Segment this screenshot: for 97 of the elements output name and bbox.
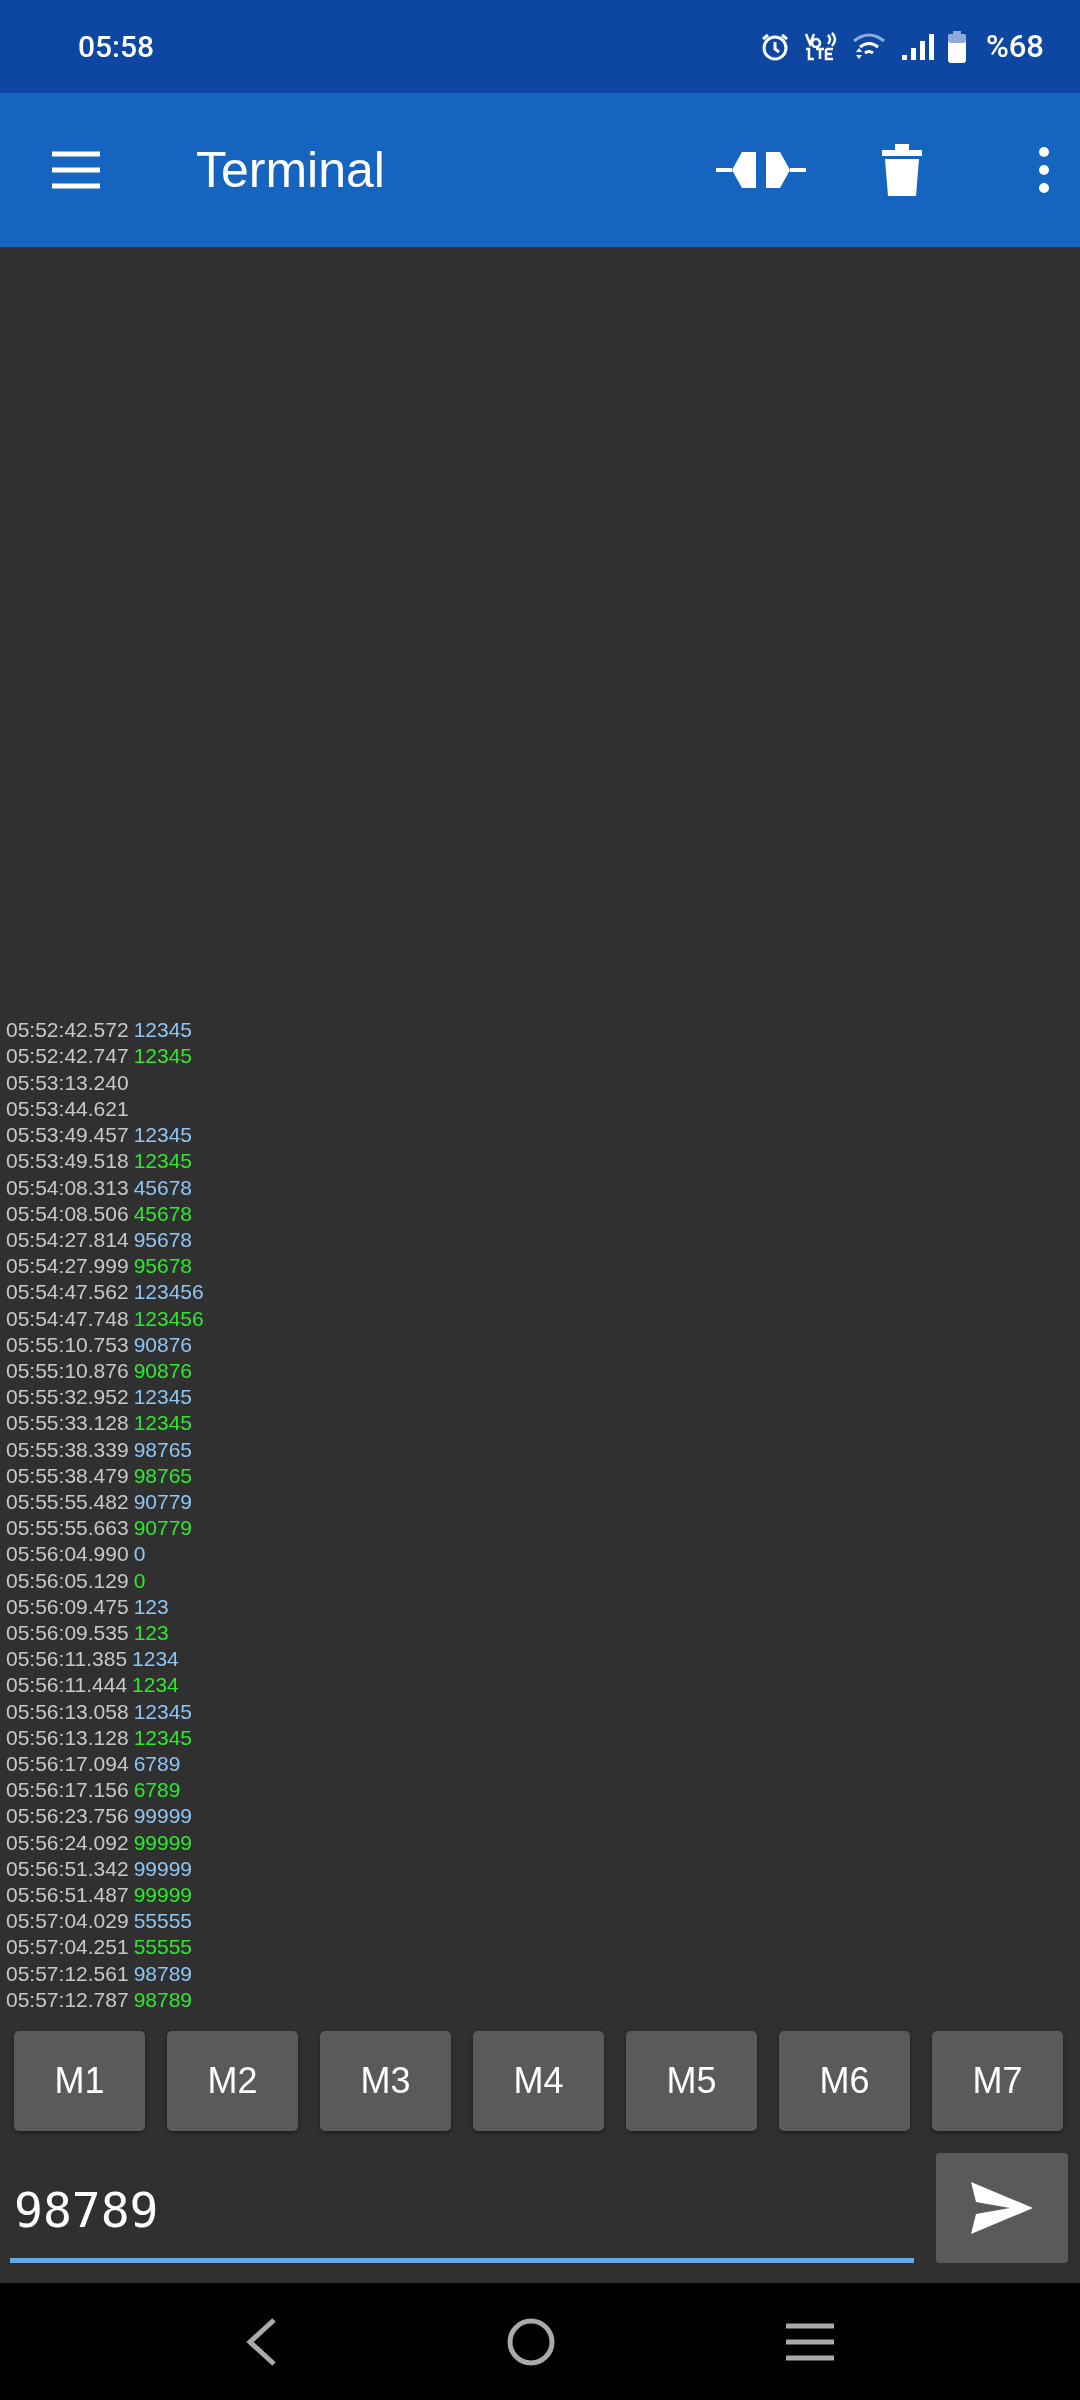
app-title: Terminal	[196, 141, 385, 199]
log-message: 0	[133, 1567, 146, 1594]
log-message: 123456	[133, 1279, 204, 1306]
log-timestamp: 05:56:17.156	[6, 1777, 129, 1804]
log-timestamp: 05:56:05.129	[6, 1567, 129, 1594]
log-timestamp: 05:56:11.385	[6, 1646, 128, 1673]
log-message: 12345	[133, 1724, 193, 1751]
log-message: 90779	[133, 1488, 193, 1515]
log-timestamp: 05:55:55.482	[6, 1488, 129, 1515]
log-timestamp: 05:53:13.240	[6, 1069, 129, 1096]
log-message: 1234	[132, 1646, 179, 1673]
macro-button[interactable]: M1	[14, 2031, 145, 2131]
log-timestamp: 05:56:04.990	[6, 1541, 129, 1568]
log-message: 99999	[133, 1855, 193, 1882]
log-message: 6789	[133, 1750, 181, 1777]
log-message: 12345	[133, 1043, 193, 1070]
log-timestamp: 05:53:44.621	[6, 1095, 129, 1122]
log-timestamp: 05:54:08.313	[6, 1174, 129, 1201]
log-message: 95678	[133, 1253, 193, 1280]
volte-icon	[803, 31, 838, 62]
log-message: 90876	[133, 1357, 193, 1384]
log-timestamp: 05:54:27.814	[6, 1226, 129, 1253]
log-timestamp: 05:52:42.747	[6, 1043, 129, 1070]
log-timestamp: 05:56:13.128	[6, 1724, 129, 1751]
log-message: 0	[133, 1541, 146, 1568]
log-timestamp: 05:54:27.999	[6, 1253, 129, 1280]
log-message: 1234	[132, 1672, 179, 1699]
log-message: 123	[133, 1619, 169, 1646]
log-timestamp: 05:55:38.479	[6, 1462, 129, 1489]
log-message: 6789	[133, 1777, 181, 1804]
log-timestamp: 05:56:51.487	[6, 1882, 129, 1908]
menu-icon[interactable]	[50, 150, 102, 190]
log-message: 90779	[133, 1515, 193, 1542]
log-timestamp: 05:56:13.058	[6, 1698, 129, 1725]
log-timestamp: 05:56:23.756	[6, 1803, 129, 1830]
status-time: 05:58	[78, 29, 156, 64]
log-message: 12345	[133, 1122, 193, 1149]
log-timestamp: 05:56:09.535	[6, 1619, 129, 1646]
macro-button[interactable]: M4	[473, 2031, 604, 2131]
macro-button[interactable]: M2	[167, 2031, 298, 2131]
log-message: 99999	[133, 1803, 193, 1830]
log-timestamp: 05:56:17.094	[6, 1750, 129, 1777]
log-timestamp: 05:55:10.876	[6, 1357, 129, 1384]
log-message: 12345	[133, 1017, 193, 1044]
log-timestamp: 05:55:10.753	[6, 1331, 129, 1358]
log-message: 55555	[133, 1934, 193, 1961]
macro-button[interactable]: M3	[320, 2031, 451, 2131]
log-timestamp: 05:55:38.339	[6, 1436, 129, 1463]
alarm-icon	[759, 31, 790, 62]
log-message: 90876	[133, 1331, 193, 1358]
log-timestamp: 05:53:49.518	[6, 1148, 129, 1175]
log-timestamp: 05:57:04.251	[6, 1934, 129, 1961]
log-message: 99999	[133, 1882, 193, 1908]
log-timestamp: 05:52:42.572	[6, 1017, 129, 1044]
log-message: 123456	[133, 1305, 204, 1332]
log-timestamp: 05:54:47.748	[6, 1305, 129, 1332]
log-message: 123	[133, 1593, 169, 1620]
log-timestamp: 05:56:24.092	[6, 1829, 129, 1856]
log-timestamp: 05:57:12.561	[6, 1960, 129, 1987]
log-timestamp: 05:57:12.787	[6, 1986, 129, 2013]
more-icon[interactable]	[1038, 146, 1050, 194]
log-timestamp: 05:55:32.952	[6, 1384, 129, 1411]
log-message: 98765	[133, 1462, 193, 1489]
log-message: 98789	[133, 1986, 193, 2013]
log-timestamp: 05:56:51.342	[6, 1855, 129, 1882]
log-timestamp: 05:54:08.506	[6, 1200, 129, 1227]
log-message: 98789	[133, 1960, 193, 1987]
log-message: 99999	[133, 1829, 193, 1856]
log-message: 12345	[133, 1384, 193, 1411]
home-icon[interactable]	[506, 2316, 556, 2367]
send-icon	[971, 2182, 1033, 2234]
back-icon[interactable]	[244, 2316, 278, 2367]
log-message: 45678	[133, 1174, 193, 1201]
delete-icon[interactable]	[882, 144, 922, 196]
battery-icon	[947, 30, 966, 63]
macro-button[interactable]: M7	[932, 2031, 1063, 2131]
log-timestamp: 05:55:33.128	[6, 1410, 129, 1437]
send-button[interactable]	[936, 2153, 1068, 2263]
log-timestamp: 05:56:09.475	[6, 1593, 129, 1620]
log-message: 12345	[133, 1410, 193, 1437]
log-message: 45678	[133, 1200, 193, 1227]
log-timestamp: 05:53:49.457	[6, 1122, 129, 1149]
input-field[interactable]: 98789	[10, 2170, 914, 2263]
signal-icon	[899, 31, 934, 62]
log-message: 95678	[133, 1226, 193, 1253]
log-message: 12345	[133, 1698, 193, 1725]
log-message: 98765	[133, 1436, 193, 1463]
log-timestamp: 05:55:55.663	[6, 1515, 129, 1542]
macro-button[interactable]: M5	[626, 2031, 757, 2131]
log-timestamp: 05:54:47.562	[6, 1279, 129, 1306]
battery-level: %68	[985, 28, 1044, 65]
log-timestamp: 05:57:04.029	[6, 1908, 129, 1935]
log-timestamp: 05:56:11.444	[6, 1672, 128, 1699]
log-message: 55555	[133, 1908, 193, 1935]
log-message: 12345	[133, 1148, 193, 1175]
macro-button[interactable]: M6	[779, 2031, 910, 2131]
recents-icon[interactable]	[784, 2321, 836, 2362]
